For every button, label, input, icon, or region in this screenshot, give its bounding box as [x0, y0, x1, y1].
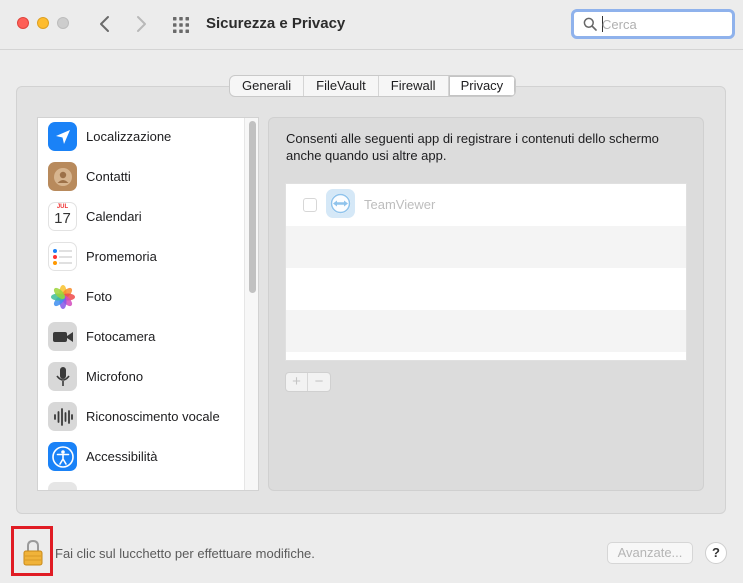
advanced-button[interactable]: Avanzate... — [607, 542, 693, 564]
contacts-icon — [48, 162, 77, 191]
remove-app-button[interactable]: − — [308, 373, 330, 391]
sidebar-item-label: Foto — [86, 289, 113, 304]
help-button[interactable]: ? — [705, 542, 727, 564]
tab-filevault[interactable]: FileVault — [304, 76, 379, 96]
zoom-window-button[interactable] — [57, 17, 69, 29]
empty-row — [286, 268, 686, 310]
camera-icon — [48, 322, 77, 351]
tab-bar: Generali FileVault Firewall Privacy — [229, 75, 517, 97]
sidebar-item-riconoscimento-vocale[interactable]: Riconoscimento vocale — [38, 398, 246, 438]
lock-icon[interactable] — [23, 539, 43, 567]
sidebar-item-fotocamera[interactable]: Fotocamera — [38, 318, 246, 358]
tab-generali[interactable]: Generali — [230, 76, 305, 96]
back-button[interactable] — [94, 12, 116, 36]
search-input[interactable] — [602, 14, 727, 34]
forward-button[interactable] — [130, 12, 152, 36]
tab-privacy[interactable]: Privacy — [448, 76, 516, 96]
minimize-window-button[interactable] — [37, 17, 49, 29]
reminders-icon — [48, 242, 77, 271]
search-field[interactable] — [571, 9, 735, 39]
photos-icon — [48, 282, 77, 311]
tab-firewall[interactable]: Firewall — [379, 76, 449, 96]
show-all-button[interactable] — [171, 15, 191, 35]
sidebar-item-label: Contatti — [86, 169, 131, 184]
grid-icon — [173, 17, 189, 33]
sidebar-item-microfono[interactable]: Microfono — [38, 358, 246, 398]
partial-item-icon — [48, 482, 77, 490]
sidebar-item-label: Calendari — [86, 209, 142, 224]
sidebar-item-label: Fotocamera — [86, 329, 156, 344]
sidebar-item-label: Accessibilità — [86, 449, 158, 464]
teamviewer-checkbox[interactable] — [303, 198, 317, 212]
sidebar-item-contatti[interactable]: Contatti — [38, 158, 246, 198]
sidebar-item-label: Localizzazione — [86, 129, 172, 144]
close-window-button[interactable] — [17, 17, 29, 29]
sidebar-item-promemoria[interactable]: Promemoria — [38, 238, 246, 278]
add-remove-control: + − — [285, 372, 331, 392]
teamviewer-icon — [326, 189, 355, 218]
accessibility-icon — [48, 442, 77, 471]
title-bar: Sicurezza e Privacy — [0, 0, 743, 50]
sidebar-item-localizzazione[interactable]: Localizzazione — [38, 118, 246, 158]
chevron-left-icon — [100, 16, 109, 32]
app-list[interactable]: TeamViewer — [285, 183, 687, 361]
app-row-teamviewer[interactable]: TeamViewer — [286, 184, 686, 226]
sidebar-item-label: Promemoria — [86, 249, 157, 264]
calendar-day: 17 — [54, 210, 71, 227]
empty-row — [286, 226, 686, 268]
empty-row — [286, 310, 686, 352]
permission-description: Consenti alle seguenti app di registrare… — [286, 131, 659, 163]
lock-highlight — [11, 526, 53, 576]
microphone-icon — [48, 362, 77, 391]
speech-recognition-icon — [48, 402, 77, 431]
calendar-icon: JUL 17 — [48, 202, 77, 231]
window-title: Sicurezza e Privacy — [206, 15, 346, 32]
sidebar-item-label: Microfono — [86, 369, 144, 384]
search-icon — [583, 17, 597, 31]
sidebar-item-calendari[interactable]: JUL 17 Calendari — [38, 198, 246, 238]
sidebar-item-accessibilita[interactable]: Accessibilità — [38, 438, 246, 478]
scroll-thumb[interactable] — [249, 121, 256, 293]
sidebar-item-foto[interactable]: Foto — [38, 278, 246, 318]
location-arrow-icon — [48, 122, 77, 151]
app-name: TeamViewer — [364, 197, 436, 212]
sidebar-item-partial[interactable] — [38, 478, 246, 490]
sidebar-item-label: Riconoscimento vocale — [86, 409, 220, 424]
chevron-right-icon — [137, 16, 146, 32]
lock-instruction: Fai clic sul lucchetto per effettuare mo… — [55, 546, 315, 561]
privacy-category-list[interactable]: Localizzazione Contatti JUL 17 Calendari… — [37, 117, 259, 491]
list-scrollbar[interactable] — [244, 118, 258, 490]
add-app-button[interactable]: + — [286, 373, 308, 391]
